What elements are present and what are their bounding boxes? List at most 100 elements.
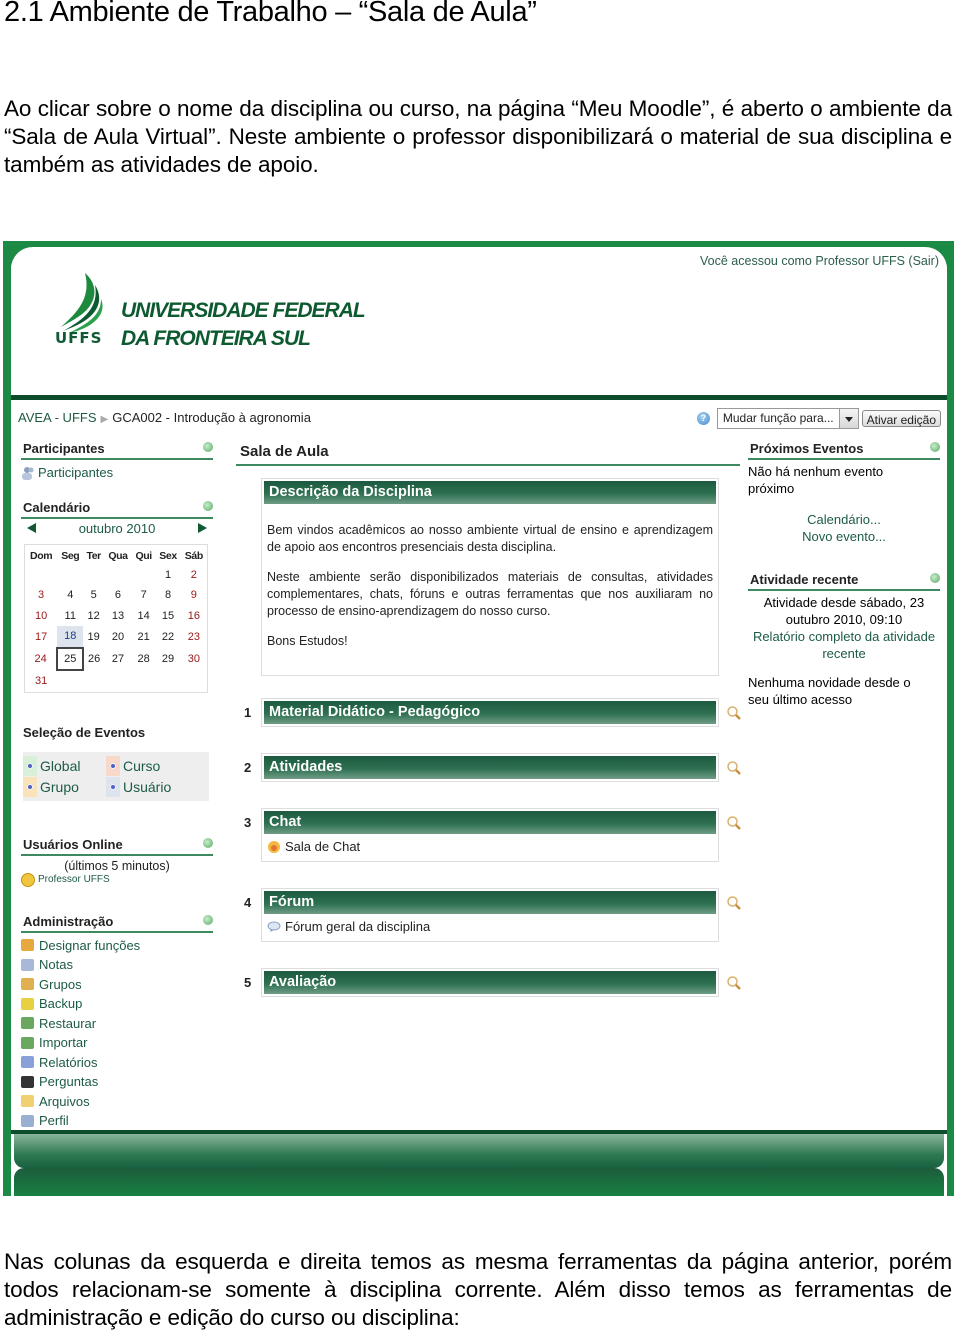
section-heading: Atividades xyxy=(264,756,716,779)
show-only-section-icon[interactable] xyxy=(726,815,742,831)
show-only-section-icon[interactable] xyxy=(726,975,742,991)
show-only-section-icon[interactable] xyxy=(726,760,742,776)
calendar-day[interactable]: 10 xyxy=(25,606,58,627)
calendar-day[interactable]: 3 xyxy=(25,585,58,606)
calendar-month[interactable]: outubro 2010 xyxy=(79,521,156,536)
activity-link[interactable]: Fórum geral da disciplina xyxy=(264,914,716,939)
backup-icon xyxy=(21,997,34,1010)
next-month-icon[interactable] xyxy=(198,523,207,533)
previous-month-icon[interactable] xyxy=(27,523,36,533)
admin-item-perfil[interactable]: Perfil xyxy=(21,1111,213,1131)
admin-item-arquivos[interactable]: Arquivos xyxy=(21,1092,213,1112)
admin-item-grupos[interactable]: Grupos xyxy=(21,975,213,995)
calendar-day[interactable]: 31 xyxy=(25,670,58,692)
calendar-day[interactable]: 2 xyxy=(181,565,208,586)
calendar-day[interactable]: 27 xyxy=(104,648,132,671)
block-toggle-icon[interactable] xyxy=(203,500,213,511)
calendar-day[interactable]: 15 xyxy=(155,606,180,627)
calendar-day[interactable]: 19 xyxy=(83,626,104,648)
calendar-day[interactable]: 13 xyxy=(104,606,132,627)
event-filter-label: Curso xyxy=(123,757,161,774)
calendar-day[interactable]: 4 xyxy=(57,585,83,606)
navbar: AVEA - UFFS ▶ GCA002 - Introdução à agrono… xyxy=(11,402,947,432)
activity-label: Sala de Chat xyxy=(285,839,361,854)
calendar-day[interactable]: 18 xyxy=(57,626,84,648)
block-header: Participantes xyxy=(21,437,213,460)
block-toggle-icon[interactable] xyxy=(203,914,213,925)
uffs-logo[interactable]: UFFS UNIVERSIDADE FEDERAL DA FRONTEIRA S… xyxy=(55,271,375,351)
course-section: 1 Material Didático - Pedagógico xyxy=(244,698,741,727)
admin-item-notas[interactable]: Notas xyxy=(21,955,213,975)
calendar-grid: Dom Seg Ter Qua Qui Sex Sáb 1 2 3 4 5 6 7 8 9 10 11 12 13 1… xyxy=(24,543,208,693)
event-selection-grid: Global Curso Grupo Usuário xyxy=(23,751,209,801)
calendar-day[interactable]: 22 xyxy=(155,626,180,648)
calendar-day[interactable]: 11 xyxy=(57,606,83,627)
full-report-link[interactable]: Relatório completo da atividade recente xyxy=(748,628,940,662)
section-heading: Material Didático - Pedagógico xyxy=(264,701,716,724)
calendar-day[interactable]: 7 xyxy=(132,585,156,606)
calendar-day[interactable]: 30 xyxy=(181,648,208,671)
calendar-day[interactable]: 6 xyxy=(104,585,132,606)
admin-item-backup[interactable]: Backup xyxy=(21,994,213,1014)
login-info[interactable]: Você acessou como Professor UFFS (Sair) xyxy=(700,254,939,268)
activity-label: Fórum geral da disciplina xyxy=(285,919,431,934)
calendar-day[interactable]: 21 xyxy=(132,626,156,648)
reports-icon xyxy=(21,1056,34,1069)
calendar-weekday: Dom xyxy=(30,549,53,562)
left-column: Participantes Participantes Calendário o… xyxy=(21,437,213,1144)
block-header: Administração xyxy=(21,910,213,933)
calendar-day[interactable]: 28 xyxy=(132,648,156,671)
calendar-weekday: Sáb xyxy=(184,549,203,562)
calendar-day[interactable]: 25 xyxy=(56,646,85,671)
admin-item-designar-funções[interactable]: Designar funções xyxy=(21,936,213,956)
header-divider xyxy=(11,395,947,400)
block-toggle-icon[interactable] xyxy=(930,442,940,452)
chevron-down-icon[interactable] xyxy=(838,409,858,428)
online-user[interactable]: Professor UFFS xyxy=(21,872,213,887)
block-toggle-icon[interactable] xyxy=(930,573,940,583)
logo-line-2: DA FRONTEIRA SUL xyxy=(121,327,311,350)
calendar-day[interactable]: 20 xyxy=(104,626,132,648)
event-filter-usuário[interactable]: Usuário xyxy=(106,776,206,797)
activity-link[interactable]: Sala de Chat xyxy=(264,834,716,859)
main-content: Sala de Aula Descrição da Disciplina Bem… xyxy=(236,437,742,997)
event-filter-label: Grupo xyxy=(40,778,79,795)
user-avatar-icon xyxy=(21,872,35,887)
help-icon[interactable]: ? xyxy=(696,412,710,425)
event-selection-title: Seleção de Eventos xyxy=(23,724,146,740)
calendar-day[interactable]: 16 xyxy=(181,606,208,627)
calendar-day[interactable]: 5 xyxy=(83,585,104,606)
admin-item-label: Backup xyxy=(39,996,83,1011)
calendar-day[interactable]: 24 xyxy=(25,648,58,671)
description-paragraph: Neste ambiente serão disponibilizados ma… xyxy=(267,570,713,618)
calendar-week: 10 11 12 13 14 15 16 xyxy=(25,606,208,627)
calendar-day[interactable]: 29 xyxy=(155,648,180,671)
event-filter-label: Global xyxy=(40,757,81,774)
turn-editing-on-button[interactable]: Ativar edição xyxy=(861,410,941,427)
calendar-day[interactable]: 17 xyxy=(25,626,58,648)
new-event-link[interactable]: Novo evento... xyxy=(748,528,940,545)
admin-item-restaurar[interactable]: Restaurar xyxy=(21,1014,213,1034)
calendar-day[interactable]: 14 xyxy=(132,606,156,627)
block-toggle-icon[interactable] xyxy=(203,837,213,848)
calendar-day[interactable]: 1 xyxy=(155,565,180,586)
calendar-link[interactable]: Calendário... xyxy=(748,511,940,528)
breadcrumb-home-link[interactable]: AVEA - UFFS xyxy=(18,410,97,425)
participants-link[interactable]: Participantes xyxy=(21,463,213,483)
show-only-section-icon[interactable] xyxy=(726,705,742,721)
calendar-day[interactable]: 23 xyxy=(181,626,208,648)
calendar-day[interactable]: 8 xyxy=(155,585,180,606)
admin-item-relatórios[interactable]: Relatórios xyxy=(21,1053,213,1073)
admin-item-perguntas[interactable]: Perguntas xyxy=(21,1072,213,1092)
admin-item-label: Arquivos xyxy=(39,1093,90,1109)
event-filter-curso[interactable]: Curso xyxy=(106,755,206,776)
show-only-section-icon[interactable] xyxy=(726,895,742,911)
admin-item-importar[interactable]: Importar xyxy=(21,1033,213,1053)
switch-role-select[interactable]: Mudar função para... xyxy=(716,408,859,429)
calendar-day[interactable]: 26 xyxy=(83,648,104,671)
event-filter-grupo[interactable]: Grupo xyxy=(23,776,106,797)
calendar-day[interactable]: 12 xyxy=(83,606,104,627)
block-toggle-icon[interactable] xyxy=(203,442,213,452)
event-filter-global[interactable]: Global xyxy=(23,755,106,776)
calendar-day[interactable]: 9 xyxy=(181,585,208,606)
